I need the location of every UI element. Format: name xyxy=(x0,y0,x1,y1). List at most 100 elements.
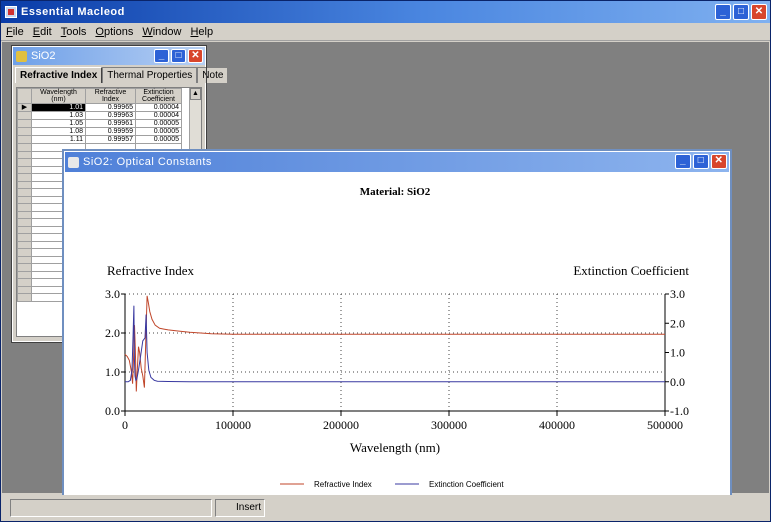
menu-window[interactable]: Window xyxy=(139,26,187,38)
material-window-title: SiO2 xyxy=(31,50,56,62)
table-cell[interactable]: 0.99957 xyxy=(85,135,136,144)
close-icon[interactable]: ✕ xyxy=(711,154,727,169)
table-row[interactable]: 1.03 0.99963 0.00004 xyxy=(17,111,182,120)
table-row[interactable]: ▶ 1.01 0.99965 0.00004 xyxy=(17,103,182,112)
y-left-tick-label: 1.0 xyxy=(105,365,120,379)
table-row[interactable]: 1.08 0.99959 0.00005 xyxy=(17,127,182,136)
table-cell[interactable]: 0.00004 xyxy=(135,103,182,112)
close-icon[interactable]: ✕ xyxy=(188,49,203,63)
status-insert-mode: Insert xyxy=(215,499,265,517)
row-header[interactable] xyxy=(17,255,32,264)
row-header[interactable] xyxy=(17,263,32,272)
row-header[interactable] xyxy=(17,210,32,219)
row-header[interactable] xyxy=(17,225,32,234)
row-header[interactable] xyxy=(17,111,32,120)
maximize-icon[interactable]: □ xyxy=(733,4,749,20)
minimize-icon[interactable]: _ xyxy=(675,154,691,169)
tab-notes[interactable]: Note xyxy=(197,67,229,83)
table-cell[interactable]: 0.00005 xyxy=(135,119,182,128)
menu-options[interactable]: Options xyxy=(92,26,139,38)
table-cell[interactable]: 1.05 xyxy=(31,119,86,128)
scroll-up-icon[interactable]: ▲ xyxy=(190,88,201,100)
row-header[interactable] xyxy=(17,143,32,152)
menu-tools[interactable]: Tools xyxy=(58,26,93,38)
maximize-icon[interactable]: □ xyxy=(171,49,186,63)
y-right-tick-label: -1.0 xyxy=(670,404,689,418)
menubar: File Edit Tools Options Window Help xyxy=(1,23,770,41)
row-header[interactable] xyxy=(17,135,32,144)
row-header[interactable] xyxy=(17,150,32,159)
tab-thermal-properties[interactable]: Thermal Properties xyxy=(102,67,198,83)
x-tick-label: 0 xyxy=(122,418,128,432)
menu-edit[interactable]: Edit xyxy=(30,26,58,38)
row-header[interactable] xyxy=(17,248,32,257)
y-left-tick-label: 3.0 xyxy=(105,287,120,301)
optical-constants-chart[interactable]: Material: SiO2 Refractive Index Extincti… xyxy=(65,172,729,501)
row-header[interactable] xyxy=(17,119,32,128)
chart-title: Material: SiO2 xyxy=(360,186,431,198)
minimize-icon[interactable]: _ xyxy=(715,4,731,20)
table-cell[interactable] xyxy=(85,143,136,152)
app-titlebar[interactable]: Essential Macleod _ □ ✕ xyxy=(1,1,770,23)
row-header[interactable] xyxy=(17,278,32,287)
material-icon xyxy=(16,50,27,62)
minimize-icon[interactable]: _ xyxy=(154,49,169,63)
material-window-titlebar[interactable]: SiO2 _ □ ✕ xyxy=(13,47,205,65)
table-cell[interactable]: 0.99959 xyxy=(85,127,136,136)
table-cell[interactable]: 1.01 xyxy=(31,103,86,112)
x-tick-label: 100000 xyxy=(215,418,251,432)
table-cell[interactable]: 0.00005 xyxy=(135,127,182,136)
table-cell[interactable]: 0.00004 xyxy=(135,111,182,120)
table-row[interactable]: 1.05 0.99961 0.00005 xyxy=(17,119,182,128)
row-header[interactable] xyxy=(17,127,32,136)
row-header[interactable] xyxy=(17,188,32,197)
maximize-icon[interactable]: □ xyxy=(693,154,709,169)
row-header[interactable] xyxy=(17,195,32,204)
row-header[interactable] xyxy=(17,285,32,294)
row-header[interactable] xyxy=(17,240,32,249)
row-header[interactable] xyxy=(17,203,32,212)
row-header[interactable] xyxy=(17,293,32,302)
table-row[interactable] xyxy=(17,143,182,152)
tab-refractive-index[interactable]: Refractive Index xyxy=(15,67,103,83)
y-right-tick-label: 3.0 xyxy=(670,287,685,301)
y-left-tick-label: 0.0 xyxy=(105,404,120,418)
menu-file[interactable]: File xyxy=(3,26,30,38)
table-cell[interactable]: 1.08 xyxy=(31,127,86,136)
app-window-controls: _ □ ✕ xyxy=(715,4,767,20)
table-cell[interactable] xyxy=(31,143,86,152)
row-header[interactable] xyxy=(17,270,32,279)
statusbar: Insert xyxy=(2,495,769,521)
y-left-tick-label: 2.0 xyxy=(105,326,120,340)
table-cell[interactable] xyxy=(135,143,182,152)
column-header-refractive-index[interactable]: Refractive Index xyxy=(85,88,136,104)
table-row[interactable]: 1.11 0.99957 0.00005 xyxy=(17,135,182,144)
x-tick-label: 300000 xyxy=(431,418,467,432)
row-header[interactable] xyxy=(17,218,32,227)
x-tick-label: 500000 xyxy=(647,418,683,432)
optical-window-titlebar[interactable]: SiO2: Optical Constants _ □ ✕ xyxy=(65,152,729,172)
x-axis-title: Wavelength (nm) xyxy=(350,440,440,455)
row-header[interactable] xyxy=(17,180,32,189)
menu-help[interactable]: Help xyxy=(187,26,219,38)
extinction-coefficient-series-line xyxy=(125,305,665,383)
row-header[interactable] xyxy=(17,233,32,242)
table-cell[interactable]: 0.99965 xyxy=(85,103,136,112)
row-header[interactable] xyxy=(17,165,32,174)
table-cell[interactable]: 0.99961 xyxy=(85,119,136,128)
current-row-arrow-icon[interactable]: ▶ xyxy=(17,103,32,112)
legend-label-refractive-index: Refractive Index xyxy=(314,480,372,489)
table-cell[interactable]: 0.00005 xyxy=(135,135,182,144)
optical-window-title: SiO2: Optical Constants xyxy=(83,156,212,168)
y-right-tick-label: 2.0 xyxy=(670,316,685,330)
row-header[interactable] xyxy=(17,173,32,182)
close-icon[interactable]: ✕ xyxy=(751,4,767,20)
column-header-wavelength[interactable]: Wavelength (nm) xyxy=(31,88,86,104)
row-header[interactable] xyxy=(17,158,32,167)
table-cell[interactable]: 1.03 xyxy=(31,111,86,120)
table-cell[interactable]: 0.99963 xyxy=(85,111,136,120)
optical-window-controls: _ □ ✕ xyxy=(675,154,727,169)
column-header-extinction[interactable]: Extinction Coefficient xyxy=(135,88,182,104)
legend-label-extinction-coefficient: Extinction Coefficient xyxy=(429,480,504,489)
table-cell[interactable]: 1.11 xyxy=(31,135,86,144)
